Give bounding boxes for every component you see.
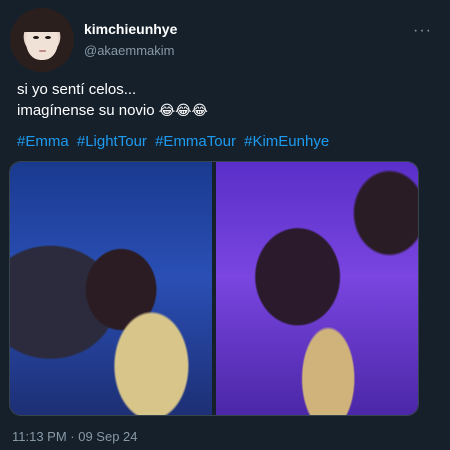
media-grid	[9, 161, 419, 416]
more-options-icon[interactable]: ···	[413, 22, 432, 40]
tweet-header: kimchieunhye @akaemmakim ···	[10, 8, 440, 76]
hashtag-link[interactable]: #LightTour	[77, 133, 147, 150]
hashtag-list: #Emma #LightTour #EmmaTour #KimEunhye	[17, 133, 333, 151]
author-names: kimchieunhye @akaemmakim	[84, 20, 177, 60]
media-photo-right[interactable]	[216, 162, 418, 415]
avatar-hair	[16, 10, 68, 32]
avatar-mouth	[39, 50, 46, 52]
author-display-name[interactable]: kimchieunhye	[84, 20, 177, 38]
hashtag-link[interactable]: #Emma	[17, 133, 69, 150]
laughing-emoji-icon: 😂😂😂	[158, 102, 208, 118]
avatar-eye-left	[33, 36, 39, 39]
tweet-card: kimchieunhye @akaemmakim ··· si yo sentí…	[0, 0, 450, 450]
avatar[interactable]	[10, 8, 74, 72]
tweet-line-1: si yo sentí celos...	[17, 81, 137, 98]
tweet-line-2-text: imagínense su novio	[17, 102, 155, 119]
media-photo-left[interactable]	[10, 162, 212, 415]
tweet-timestamp[interactable]: 11:13 PM · 09 Sep 24	[12, 429, 138, 444]
author-handle[interactable]: @akaemmakim	[84, 42, 177, 60]
hashtag-link[interactable]: #KimEunhye	[244, 133, 329, 150]
tweet-line-2: imagínense su novio 😂😂😂	[17, 100, 208, 121]
avatar-eye-right	[45, 36, 51, 39]
hashtag-link[interactable]: #EmmaTour	[155, 133, 236, 150]
tweet-text: si yo sentí celos... imagínense su novio…	[17, 80, 208, 121]
